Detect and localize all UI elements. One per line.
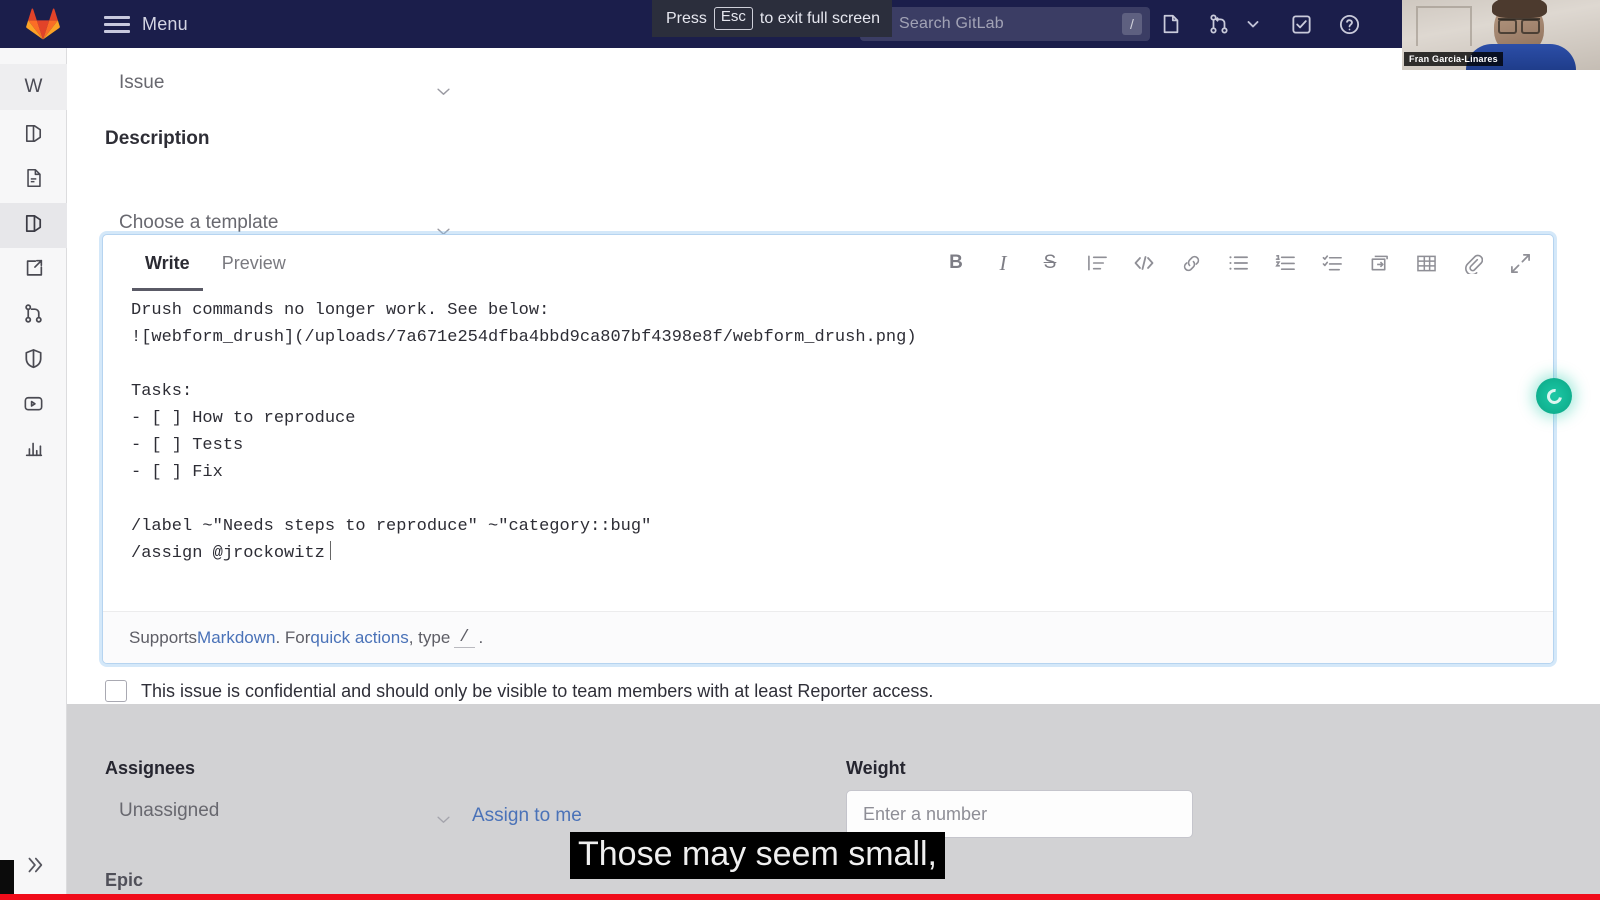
strikethrough-icon[interactable]: S: [1039, 252, 1061, 274]
search-shortcut-badge: /: [1122, 13, 1142, 35]
description-heading: Description: [105, 128, 210, 149]
tab-preview-label: Preview: [221, 252, 286, 273]
merge-requests-icon[interactable]: [1206, 11, 1232, 37]
weight-heading: Weight: [846, 758, 906, 778]
numbered-list-icon[interactable]: [1274, 252, 1296, 274]
todos-icon[interactable]: [1288, 11, 1314, 37]
description-textarea[interactable]: Drush commands no longer work. See below…: [103, 291, 1553, 611]
sidebar-item-repository[interactable]: [0, 158, 67, 203]
fullscreen-hint-prefix: Press: [666, 9, 707, 27]
sidebar-item-project[interactable]: W: [0, 64, 67, 110]
menu-label[interactable]: Menu: [142, 14, 188, 35]
deploy-package-icon: [22, 392, 45, 420]
footer-prefix: Supports: [129, 627, 198, 647]
fullscreen-icon[interactable]: [1509, 252, 1531, 274]
description-text: Drush commands no longer work. See below…: [131, 301, 917, 563]
quick-actions-link[interactable]: quick actions: [310, 628, 408, 648]
merge-requests-icon: [22, 302, 45, 330]
editor-header: Write Preview B I S: [103, 235, 1553, 291]
editor-toolbar: B I S: [945, 235, 1531, 291]
link-icon[interactable]: [1180, 252, 1202, 274]
screen-root: Menu Search GitLab / Press Esc to exit f…: [0, 0, 1600, 900]
checklist-icon[interactable]: [1321, 252, 1343, 274]
sidebar-project-initial: W: [24, 76, 43, 97]
issue-form-content: Issue Description Choose a template Writ…: [67, 48, 1600, 900]
slash-shortcut: /: [454, 628, 475, 648]
shield-icon: [22, 347, 45, 375]
sidebar-item-security[interactable]: [0, 338, 67, 383]
footer-mid: . For: [275, 627, 311, 647]
issues-icon: [22, 212, 45, 240]
chevron-down-icon[interactable]: [1240, 11, 1266, 37]
sidebar-item-analytics[interactable]: [0, 428, 67, 473]
description-markdown-editor[interactable]: Write Preview B I S Drush commands no lo…: [102, 234, 1554, 664]
webcam-presenter-hair: [1492, 0, 1547, 18]
editor-footer-hint: Supports Markdown. For quick actions, ty…: [103, 611, 1553, 663]
footer-suffix: .: [478, 627, 484, 647]
fullscreen-exit-hint: Press Esc to exit full screen: [652, 0, 892, 37]
book-overview-icon: [22, 122, 45, 150]
sidebar-item-issues[interactable]: [0, 203, 67, 248]
editor-tabs: Write Preview: [129, 235, 302, 291]
presenter-webcam-overlay: Fran Garcia-Linares: [1402, 0, 1600, 70]
collapsible-section-icon[interactable]: [1368, 252, 1390, 274]
text-cursor: [329, 541, 331, 560]
table-icon[interactable]: [1415, 252, 1437, 274]
sidebar-item-deployments[interactable]: [0, 383, 67, 428]
code-icon[interactable]: [1133, 252, 1155, 274]
video-progress-fill: [0, 894, 1600, 900]
markdown-link[interactable]: Markdown: [197, 628, 275, 648]
bar-chart-icon: [23, 437, 45, 464]
video-progress-bar[interactable]: [0, 894, 1600, 900]
esc-key-badge: Esc: [713, 7, 753, 30]
issue-type-select[interactable]: Issue: [119, 68, 459, 98]
webcam-background-wall: [1416, 6, 1472, 46]
assignee-value: Unassigned: [119, 800, 220, 821]
fullscreen-hint-suffix: to exit full screen: [759, 9, 880, 27]
weight-input[interactable]: Enter a number: [846, 790, 1193, 838]
issues-icon[interactable]: [1158, 11, 1184, 37]
search-input[interactable]: Search GitLab /: [860, 7, 1150, 41]
italic-icon[interactable]: I: [992, 251, 1014, 275]
assignees-heading: Assignees: [105, 758, 196, 778]
duo-ring-icon: [1543, 385, 1565, 407]
project-sidebar: W: [0, 48, 67, 900]
issue-type-value: Issue: [119, 72, 165, 93]
hamburger-menu-icon[interactable]: [104, 15, 130, 33]
bold-icon[interactable]: B: [945, 252, 967, 274]
assignee-select[interactable]: Unassigned: [119, 796, 459, 826]
help-icon[interactable]: [1336, 11, 1362, 37]
external-link-icon: [23, 257, 45, 284]
epic-heading: Epic: [105, 870, 144, 890]
confidential-row: This issue is confidential and should on…: [105, 680, 933, 702]
sidebar-item-overview[interactable]: [0, 113, 67, 158]
search-placeholder: Search GitLab: [899, 15, 1004, 32]
heading-icon[interactable]: [1086, 252, 1108, 274]
confidential-label: This issue is confidential and should on…: [141, 680, 934, 701]
sidebar-item-merge-requests[interactable]: [0, 293, 67, 338]
bullet-list-icon[interactable]: [1227, 252, 1249, 274]
video-caption: Those may seem small,: [570, 832, 945, 880]
tab-preview[interactable]: Preview: [206, 235, 302, 291]
tab-write-label: Write: [145, 252, 190, 273]
gitlab-tanuki-logo[interactable]: [20, 1, 66, 47]
confidential-checkbox[interactable]: [105, 680, 127, 702]
weight-placeholder: Enter a number: [863, 803, 988, 824]
tab-write[interactable]: Write: [129, 235, 206, 291]
presenter-name-label: Fran Garcia-Linares: [1404, 52, 1503, 66]
navbar-icon-group: [1158, 0, 1362, 48]
attachment-icon[interactable]: [1462, 252, 1484, 274]
chevron-down-icon: [436, 808, 451, 830]
template-value: Choose a template: [119, 212, 279, 233]
assign-to-me-link[interactable]: Assign to me: [472, 805, 582, 827]
webcam-presenter-glasses: [1498, 18, 1540, 34]
sidebar-item-external-link[interactable]: [0, 248, 67, 293]
document-icon: [23, 167, 45, 194]
footer-mid2: , type: [408, 627, 451, 647]
chevron-down-icon: [436, 80, 451, 102]
gitlab-duo-orb[interactable]: [1536, 378, 1572, 414]
